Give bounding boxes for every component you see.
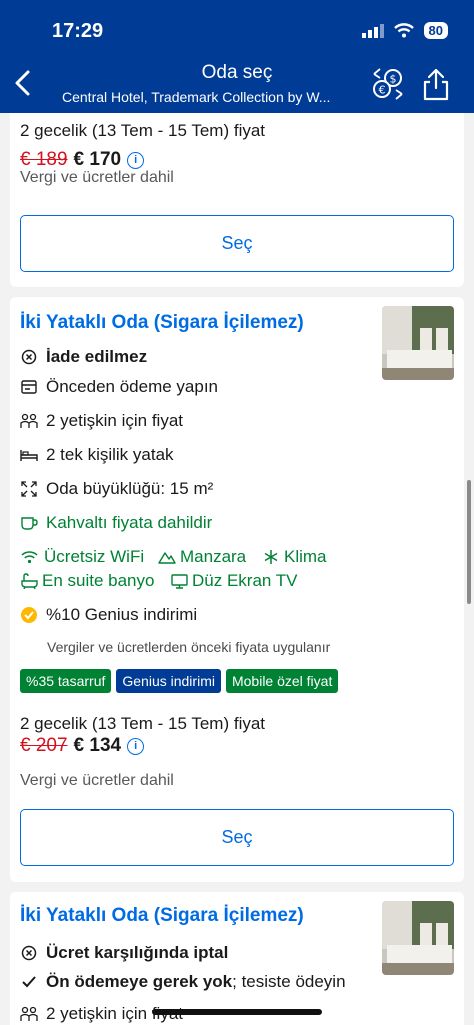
room-title[interactable]: İki Yataklı Oda (Sigara İçilemez) <box>20 905 304 927</box>
genius-discount: %10 Genius indirimi <box>20 605 197 625</box>
original-price: € 189 <box>20 149 68 170</box>
prepay-bold-text: Ön ödemeye gerek yok <box>46 972 233 991</box>
wifi-status-icon <box>393 23 414 38</box>
select-room-button[interactable]: Seç <box>20 809 454 866</box>
amenity-text: Düz Ekran TV <box>192 571 298 590</box>
currency-exchange-icon: $ € <box>373 68 403 100</box>
status-time: 17:29 <box>52 20 104 42</box>
breakfast-info: Kahvaltı fiyata dahildir <box>20 513 212 533</box>
select-room-button[interactable]: Seç <box>20 215 454 272</box>
home-indicator[interactable] <box>152 1009 322 1015</box>
mobile-rate-badge: Mobile özel fiyat <box>225 669 339 693</box>
discounted-price: € 170 <box>73 149 122 170</box>
check-icon <box>20 975 38 989</box>
status-icons: 80 <box>361 22 448 39</box>
info-icon[interactable]: i <box>127 737 145 755</box>
stay-price-label: 2 gecelik (13 Tem - 15 Tem) fiyat <box>20 714 266 733</box>
bath-icon <box>20 573 38 589</box>
bed-icon <box>20 448 38 462</box>
currency-button[interactable]: $ € <box>370 66 406 102</box>
prepayment-info: Ön ödemeye gerek yok; tesiste ödeyin <box>20 972 346 992</box>
genius-text: %10 Genius indirimi <box>46 605 198 624</box>
tax-note: Vergi ve ücretler dahil <box>20 169 174 186</box>
wifi-icon <box>20 550 38 564</box>
feature-text: İade edilmez <box>46 347 148 366</box>
card-icon <box>20 380 38 394</box>
mountain-icon <box>158 550 176 564</box>
cancellation-policy: Ücret karşılığında iptal <box>20 943 228 963</box>
amenity-ac: Klima <box>262 547 327 567</box>
feature-text: Kahvaltı fiyata dahildir <box>46 513 213 532</box>
prepayment-info: Önceden ödeme yapın <box>20 377 218 397</box>
snowflake-icon <box>262 549 280 565</box>
amenity-tv: Düz Ekran TV <box>170 571 298 591</box>
room-photo[interactable] <box>382 306 454 380</box>
room-photo-image <box>382 306 454 380</box>
prepay-rest-text: ; tesiste ödeyin <box>232 972 346 991</box>
share-button[interactable] <box>420 66 452 102</box>
svg-text:€: € <box>379 84 386 97</box>
room-photo[interactable] <box>382 901 454 975</box>
people-icon <box>20 1006 38 1022</box>
paid-cancellation-icon <box>20 945 38 961</box>
amenity-text: Manzara <box>180 547 247 566</box>
price-row: € 207 € 134 i <box>20 735 145 757</box>
people-icon <box>20 413 38 429</box>
hotel-name-subtitle: Central Hotel, Trademark Collection by W… <box>62 89 331 105</box>
room-title[interactable]: İki Yataklı Oda (Sigara İçilemez) <box>20 312 304 334</box>
discounted-price: € 134 <box>73 735 122 756</box>
amenity-bath: En suite banyo <box>20 571 154 591</box>
cancel-text: Ücret karşılığında iptal <box>46 943 229 962</box>
signal-icon <box>361 23 384 38</box>
bed-info: 2 tek kişilik yatak <box>20 445 174 465</box>
amenity-text: En suite banyo <box>42 571 155 590</box>
non-refundable-icon <box>20 349 38 365</box>
room-card-1: 2 gecelik (13 Tem - 15 Tem) fiyat € 189 … <box>10 113 464 287</box>
deal-badges: %35 tasarruf Genius indirimi Mobile özel… <box>20 669 339 693</box>
top-app-bar: 17:29 80 Oda seç Central Hotel, Trademar… <box>0 0 474 113</box>
battery-indicator: 80 <box>423 22 448 39</box>
amenity-view: Manzara <box>158 547 246 567</box>
room-size-info: Oda büyüklüğü: 15 m² <box>20 479 213 499</box>
price-row: € 189 € 170 i <box>20 149 145 171</box>
amenity-text: Ücretsiz WiFi <box>44 547 145 566</box>
tv-icon <box>170 573 188 589</box>
tax-note: Vergi ve ücretler dahil <box>20 772 174 789</box>
share-icon <box>423 68 449 101</box>
amenity-wifi: Ücretsiz WiFi <box>20 547 144 567</box>
svg-text:$: $ <box>390 73 397 86</box>
savings-badge: %35 tasarruf <box>20 669 112 693</box>
cancellation-policy: İade edilmez <box>20 347 147 367</box>
genius-note: Vergiler ve ücretlerden önceki fiyata uy… <box>47 639 331 655</box>
feature-text: Önceden ödeme yapın <box>46 377 219 396</box>
coffee-icon <box>20 516 38 530</box>
amenity-text: Klima <box>284 547 327 566</box>
feature-text: 2 tek kişilik yatak <box>46 445 174 464</box>
original-price: € 207 <box>20 735 68 756</box>
genius-badge: Genius indirimi <box>116 669 221 693</box>
size-icon <box>20 481 38 497</box>
room-photo-image <box>382 901 454 975</box>
checkmark-badge-icon <box>20 606 38 624</box>
stay-price-label: 2 gecelik (13 Tem - 15 Tem) fiyat <box>20 121 266 140</box>
feature-text: Oda büyüklüğü: 15 m² <box>46 479 214 498</box>
scrollbar[interactable] <box>467 480 471 604</box>
occupancy-info: 2 yetişkin için fiyat <box>20 411 183 431</box>
info-icon[interactable]: i <box>127 151 145 169</box>
feature-text: 2 yetişkin için fiyat <box>46 411 183 430</box>
